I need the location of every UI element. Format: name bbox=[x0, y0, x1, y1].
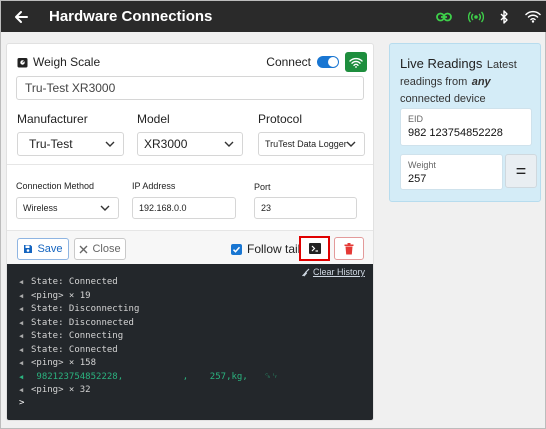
port-input[interactable] bbox=[254, 197, 357, 219]
protocol-select[interactable]: TruTest Data Logger bbox=[258, 132, 365, 156]
device-name-input[interactable] bbox=[16, 76, 364, 100]
log-text: <ping> × 19 bbox=[31, 290, 91, 301]
wifi-icon bbox=[349, 57, 363, 68]
log-text: 982123754852228, , 257,kg, ␍␊ bbox=[31, 371, 279, 382]
status-icons bbox=[436, 1, 541, 32]
port-label: Port bbox=[254, 182, 271, 192]
eid-label: EID bbox=[408, 114, 424, 124]
protocol-label: Protocol bbox=[258, 112, 303, 126]
check-icon bbox=[232, 246, 241, 253]
follow-tail-checkbox[interactable] bbox=[231, 243, 242, 255]
log-text: <ping> × 158 bbox=[31, 357, 97, 368]
ip-address-input[interactable] bbox=[132, 197, 236, 219]
arrow-left-icon bbox=[15, 10, 28, 23]
model-value: XR3000 bbox=[144, 137, 188, 151]
live-readings-header: Live Readings Latest readings from any c… bbox=[400, 56, 540, 107]
connection-method-label: Connection Method bbox=[16, 181, 95, 191]
floppy-icon bbox=[24, 245, 33, 253]
link-icon[interactable] bbox=[436, 12, 452, 22]
chevron-down-icon bbox=[105, 141, 115, 147]
chevron-down-icon bbox=[346, 141, 356, 147]
chevron-down-icon bbox=[224, 141, 234, 147]
device-type-label: Weigh Scale bbox=[33, 55, 101, 69]
log-text: State: Connected bbox=[31, 276, 118, 287]
log-line: ◀ State: Disconnected bbox=[19, 316, 134, 329]
log-line: ◀ <ping> × 32 bbox=[19, 383, 91, 396]
log-text: <ping> × 32 bbox=[31, 384, 91, 395]
live-readings-title: Live Readings bbox=[400, 56, 483, 71]
terminal-button[interactable] bbox=[299, 236, 330, 261]
save-button[interactable]: Save bbox=[17, 238, 69, 260]
caret-left-icon: ◀ bbox=[19, 358, 24, 367]
caret-left-icon: ◀ bbox=[19, 331, 24, 340]
close-button[interactable]: Close bbox=[74, 238, 126, 260]
manufacturer-value: Tru-Test bbox=[29, 137, 73, 151]
delete-button[interactable] bbox=[334, 237, 364, 260]
connect-label: Connect bbox=[266, 55, 311, 69]
log-text: State: Connected bbox=[31, 344, 118, 355]
connect-control: Connect bbox=[266, 52, 367, 72]
log-line: ◀ <ping> × 19 bbox=[19, 289, 91, 302]
terminal-icon bbox=[308, 243, 321, 254]
caret-left-icon: ◀ bbox=[19, 277, 24, 286]
manufacturer-select[interactable]: Tru-Test bbox=[17, 132, 124, 156]
weight-value: 257 bbox=[408, 173, 427, 185]
protocol-value: TruTest Data Logger bbox=[265, 139, 347, 149]
scale-icon bbox=[17, 57, 28, 67]
connect-toggle[interactable] bbox=[317, 56, 339, 68]
live-readings-subtitle-emphasis: any bbox=[471, 76, 491, 88]
broom-icon bbox=[301, 268, 310, 277]
weight-reading: Weight 257 bbox=[400, 154, 503, 190]
model-label: Model bbox=[137, 112, 170, 126]
console-prompt[interactable]: > bbox=[19, 396, 24, 409]
eid-value: 982 123754852228 bbox=[408, 127, 503, 139]
follow-tail-control: Follow tail bbox=[231, 242, 300, 256]
page-title: Hardware Connections bbox=[49, 8, 213, 25]
log-line: ◀ State: Connected bbox=[19, 343, 118, 356]
clear-history-label: Clear History bbox=[312, 267, 365, 277]
caret-left-icon: ◀ bbox=[19, 318, 24, 327]
wireless-status-button[interactable] bbox=[345, 52, 367, 72]
broadcast-icon[interactable] bbox=[468, 11, 484, 23]
device-header: Weigh Scale bbox=[17, 55, 100, 69]
wifi-icon[interactable] bbox=[525, 10, 541, 23]
app-bar: Hardware Connections bbox=[1, 1, 546, 32]
trash-icon bbox=[344, 242, 354, 254]
connection-method-select[interactable]: Wireless bbox=[16, 197, 119, 219]
close-label: Close bbox=[92, 243, 121, 255]
log-line: ◀ State: Disconnecting bbox=[19, 302, 139, 315]
manufacturer-label: Manufacturer bbox=[17, 112, 88, 126]
device-config-panel: Weigh Scale Connect Manufacturer Tru-Tes… bbox=[6, 43, 374, 421]
caret-left-icon: ◀ bbox=[19, 291, 24, 300]
log-line: ◀ <ping> × 158 bbox=[19, 356, 96, 369]
log-line: ◀ State: Connected bbox=[19, 275, 118, 288]
ip-address-label: IP Address bbox=[132, 181, 176, 191]
clear-history-link[interactable]: Clear History bbox=[301, 267, 365, 277]
connection-method-value: Wireless bbox=[23, 203, 58, 213]
live-readings-subtitle-post: connected device bbox=[400, 93, 486, 105]
prompt-symbol: > bbox=[19, 397, 25, 408]
equals-button[interactable]: = bbox=[505, 154, 537, 188]
close-icon bbox=[79, 245, 88, 253]
console-log[interactable]: Clear History ◀ State: Connected ◀ <ping> … bbox=[7, 264, 373, 420]
log-line-data: ◀ 982123754852228, , 257,kg, ␍␊ bbox=[19, 370, 278, 383]
eid-reading: EID 982 123754852228 bbox=[400, 108, 532, 146]
log-text: State: Disconnecting bbox=[31, 303, 140, 314]
weight-label: Weight bbox=[408, 160, 436, 170]
caret-left-icon: ◀ bbox=[19, 372, 24, 381]
caret-left-icon: ◀ bbox=[19, 385, 24, 394]
log-line: ◀ State: Connecting bbox=[19, 329, 123, 342]
log-text: State: Disconnected bbox=[31, 317, 134, 328]
model-select[interactable]: XR3000 bbox=[137, 132, 243, 156]
follow-tail-label: Follow tail bbox=[247, 242, 301, 256]
back-button[interactable] bbox=[1, 1, 41, 32]
chevron-down-icon bbox=[100, 205, 110, 211]
caret-left-icon: ◀ bbox=[19, 304, 24, 313]
caret-left-icon: ◀ bbox=[19, 345, 24, 354]
bluetooth-icon[interactable] bbox=[500, 9, 509, 24]
save-label: Save bbox=[37, 243, 63, 255]
action-bar: Save Close Follow tail bbox=[7, 230, 373, 264]
log-text: State: Connecting bbox=[31, 330, 124, 341]
section-divider bbox=[7, 164, 373, 165]
